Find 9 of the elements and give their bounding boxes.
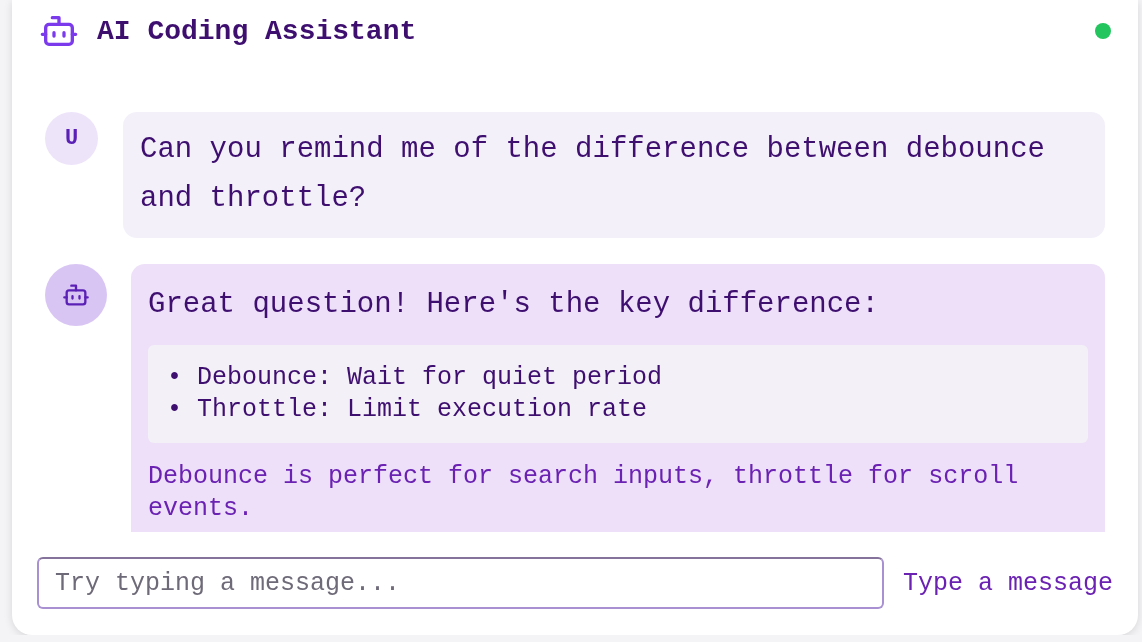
message-input[interactable]: Try typing a message...	[37, 557, 884, 609]
assistant-message: Great question! Here's the key difference:	[148, 287, 880, 323]
user-message: Can you remind me of the difference between debounce and throttle?	[123, 112, 1105, 238]
input-hint: Type a message	[902, 568, 1113, 598]
assistant-note: Debounce is perfect for search inputs, throttle for scroll events.	[148, 461, 1020, 525]
user-avatar: U	[45, 112, 98, 165]
chat-title: AI Coding Assistant	[97, 15, 418, 47]
list-item: • Debounce: Wait for quiet period	[167, 362, 664, 394]
list-item: • Throttle: Limit execution rate	[167, 394, 649, 426]
